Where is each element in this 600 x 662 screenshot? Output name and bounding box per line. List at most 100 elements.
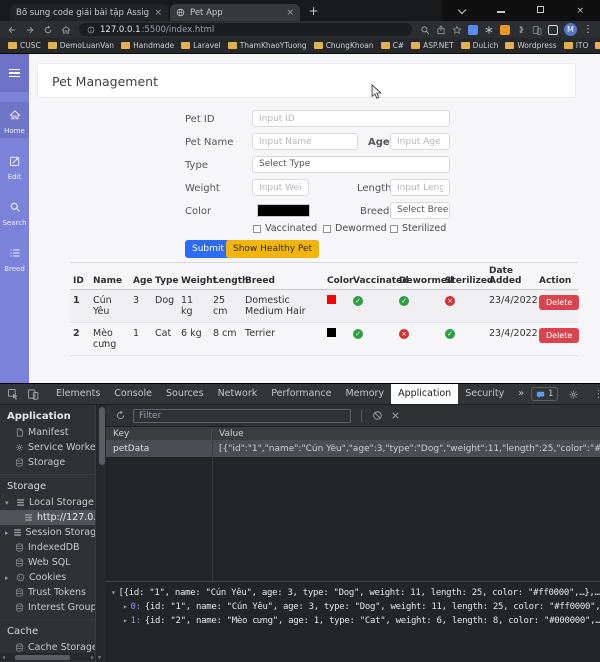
tree-item-local-storage[interactable]: ▾Local Storage xyxy=(0,495,95,510)
bookmark-item[interactable]: ChungKhoan xyxy=(314,41,374,50)
delete-selected-icon[interactable] xyxy=(390,410,401,421)
sidebar-item-search[interactable]: Search xyxy=(0,194,29,230)
sidebar-item-home[interactable]: Home xyxy=(0,102,29,138)
devtools-menu-kebab-icon[interactable]: ⋮ xyxy=(593,389,600,400)
expand-arrow-icon[interactable]: ▾ xyxy=(5,499,12,507)
devtools-tab-security[interactable]: Security xyxy=(458,384,511,404)
tree-item-web-sql[interactable]: Web SQL xyxy=(0,555,95,570)
back-icon[interactable] xyxy=(7,25,17,35)
minimize-button[interactable] xyxy=(494,6,508,16)
color-picker-swatch[interactable] xyxy=(257,204,310,217)
tree-item-session-storage[interactable]: ▸Session Storage xyxy=(0,525,95,540)
devtools-tab-performance[interactable]: Performance xyxy=(264,384,338,404)
scrollbar-thumb[interactable] xyxy=(99,407,105,465)
bookmark-star-icon[interactable] xyxy=(452,25,462,35)
vaccinated-checkbox[interactable] xyxy=(253,225,261,233)
inspect-element-icon[interactable] xyxy=(7,388,19,400)
site-info-icon[interactable] xyxy=(87,26,95,34)
collapsed-arrow-icon[interactable]: ▸ xyxy=(123,602,128,611)
scrollbar-thumb[interactable] xyxy=(15,655,70,660)
scroll-left-icon[interactable]: ◂ xyxy=(0,654,7,661)
preview-line[interactable]: ▾[{id: "1", name: "Cún Yêu", age: 3, typ… xyxy=(111,586,600,600)
devtools-tab-sources[interactable]: Sources xyxy=(159,384,211,404)
device-toolbar-icon[interactable] xyxy=(27,388,39,400)
show-healthy-pet-button[interactable]: Show Healthy Pet xyxy=(226,240,319,258)
bookmark-item[interactable]: ASP.NET xyxy=(411,41,454,50)
delete-button[interactable]: Delete xyxy=(539,328,579,343)
share-icon[interactable] xyxy=(436,25,446,35)
type-select[interactable]: Select Type xyxy=(252,156,450,173)
close-tab-icon[interactable]: × xyxy=(286,8,294,18)
bookmark-item[interactable]: DemoLuanVan xyxy=(48,41,114,50)
devtools-settings-gear-icon[interactable] xyxy=(568,389,579,400)
browser-tab-active[interactable]: Pet App × xyxy=(170,4,300,21)
side-panel-icon[interactable] xyxy=(548,25,558,35)
close-window-button[interactable]: × xyxy=(573,6,587,16)
extension-icon-orange[interactable] xyxy=(500,25,510,35)
tree-item-service-workers[interactable]: Service Workers xyxy=(0,440,95,455)
bookmark-item[interactable]: CUSC xyxy=(8,41,41,50)
tree-item-cookies[interactable]: ▸Cookies xyxy=(0,570,95,585)
submit-button[interactable]: Submit xyxy=(185,240,231,258)
dewormed-checkbox[interactable] xyxy=(323,225,331,233)
collapse-arrow-icon[interactable]: ▸ xyxy=(5,529,9,537)
delete-button[interactable]: Delete xyxy=(539,295,579,310)
vertical-scrollbar[interactable]: ▾ xyxy=(97,405,106,662)
sidebar-item-breed[interactable]: Breed xyxy=(0,240,29,276)
search-icon[interactable] xyxy=(420,25,430,35)
pet-name-input[interactable] xyxy=(252,133,358,150)
chevron-down-icon[interactable] xyxy=(455,6,469,16)
maximize-button[interactable] xyxy=(534,6,548,16)
reload-icon[interactable] xyxy=(43,25,53,35)
scroll-down-icon[interactable]: ▾ xyxy=(98,654,101,661)
bookmark-item[interactable]: DuLich xyxy=(461,41,499,50)
tree-item-interest-groups[interactable]: Interest Groups xyxy=(0,600,95,615)
clear-all-icon[interactable] xyxy=(372,410,383,421)
tree-item-trust-tokens[interactable]: Trust Tokens xyxy=(0,585,95,600)
bookmark-item[interactable]: ITO xyxy=(564,41,589,50)
breed-select[interactable]: Select Breed xyxy=(390,202,450,219)
more-tabs-icon[interactable]: » xyxy=(511,384,531,404)
preview-line[interactable]: ▸0:{id: "1", name: "Cún Yêu", age: 3, ty… xyxy=(111,600,600,614)
refresh-icon[interactable] xyxy=(115,410,126,421)
devtools-tab-memory[interactable]: Memory xyxy=(338,384,391,404)
vaccinated-checkbox-group[interactable]: Vaccinated xyxy=(253,223,317,234)
extension-icon-device[interactable] xyxy=(532,25,542,35)
devtools-tab-network[interactable]: Network xyxy=(211,384,265,404)
forward-icon[interactable] xyxy=(25,25,35,35)
browser-menu-kebab-icon[interactable]: ⋮ xyxy=(583,24,593,35)
sidebar-menu-toggle[interactable] xyxy=(0,54,29,92)
key-column-header[interactable]: Key xyxy=(106,429,212,439)
scroll-right-icon[interactable]: ▸ xyxy=(89,654,96,661)
new-tab-button[interactable]: + xyxy=(306,4,321,19)
sidebar-item-edit[interactable]: Edit xyxy=(0,148,29,184)
bookmark-item[interactable]: Wordpress xyxy=(505,41,556,50)
dewormed-checkbox-group[interactable]: Dewormed xyxy=(323,223,387,234)
pet-id-input[interactable] xyxy=(252,110,450,127)
devtools-tab-console[interactable]: Console xyxy=(107,384,159,404)
value-column-header[interactable]: Value xyxy=(212,429,600,439)
expanded-arrow-icon[interactable]: ▾ xyxy=(111,588,116,597)
sterilized-checkbox[interactable] xyxy=(390,225,398,233)
extension-icon-asterisk[interactable] xyxy=(484,25,494,35)
preview-line[interactable]: ▸1:{id: "2", name: "Mèo cưng", age: 1, t… xyxy=(111,614,600,628)
tree-item-indexeddb[interactable]: IndexedDB xyxy=(0,540,95,555)
devtools-tab-elements[interactable]: Elements xyxy=(49,384,107,404)
home-icon[interactable] xyxy=(61,25,71,35)
weight-input[interactable] xyxy=(252,179,309,196)
issues-badge[interactable]: 1 xyxy=(531,387,558,401)
collapsed-arrow-icon[interactable]: ▸ xyxy=(123,616,128,625)
extension-icon-blue[interactable] xyxy=(468,25,478,35)
extensions-puzzle-icon[interactable] xyxy=(516,25,526,35)
tree-item-manifest[interactable]: Manifest xyxy=(0,425,95,440)
bookmark-item[interactable]: Handmade xyxy=(121,41,174,50)
storage-row-petdata[interactable]: petData [{"id":"1","name":"Cún Yêu","age… xyxy=(106,441,600,457)
tree-item-storage[interactable]: Storage xyxy=(0,455,95,470)
collapse-arrow-icon[interactable]: ▸ xyxy=(5,574,12,582)
length-input[interactable] xyxy=(390,179,450,196)
tree-item-localstorage-origin[interactable]: http://127.0.0.1:5 xyxy=(0,510,95,525)
devtools-tab-application[interactable]: Application xyxy=(391,384,458,404)
url-omnibox[interactable]: 127.0.0.1 :5500/index.html xyxy=(79,23,412,36)
browser-tab-inactive[interactable]: Bổ sung code giải bài tập Assig × xyxy=(10,4,168,21)
horizontal-scrollbar[interactable]: ◂ ▸ xyxy=(0,653,96,661)
